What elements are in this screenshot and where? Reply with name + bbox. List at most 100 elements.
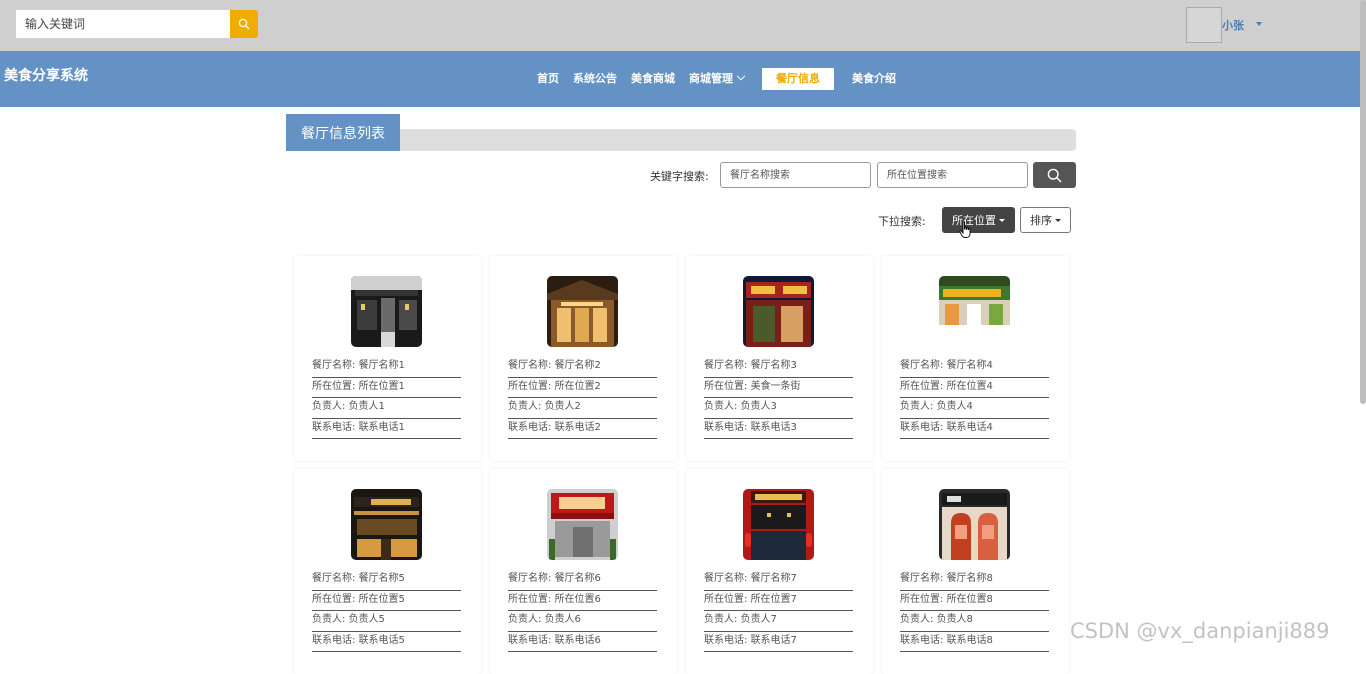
restaurant-manager-field: 负责人: 负责人4 — [900, 398, 1049, 419]
field-label: 联系电话: — [312, 421, 356, 433]
restaurant-card[interactable]: 餐厅名称: 餐厅名称8 所在位置: 所在位置8 负责人: 负责人8 联系电话: … — [882, 469, 1069, 674]
field-value: 负责人3 — [740, 401, 777, 412]
restaurant-card[interactable]: 餐厅名称: 餐厅名称7 所在位置: 所在位置7 负责人: 负责人7 联系电话: … — [686, 469, 873, 674]
location-search-input[interactable] — [877, 162, 1028, 188]
header-search-button[interactable] — [230, 10, 258, 38]
restaurant-phone-field: 联系电话: 联系电话1 — [312, 419, 461, 439]
field-label: 餐厅名称: — [704, 360, 748, 371]
restaurant-image[interactable] — [351, 489, 422, 560]
field-value: 联系电话6 — [554, 634, 601, 646]
nav-item-food-intro[interactable]: 美食介绍 — [845, 68, 903, 90]
restaurant-phone-field: 联系电话: 联系电话4 — [900, 419, 1049, 439]
restaurant-card[interactable]: 餐厅名称: 餐厅名称1 所在位置: 所在位置1 负责人: 负责人1 联系电话: … — [294, 256, 481, 461]
restaurant-location-field: 所在位置: 所在位置8 — [900, 591, 1049, 611]
restaurant-card[interactable]: 餐厅名称: 餐厅名称2 所在位置: 所在位置2 负责人: 负责人2 联系电话: … — [490, 256, 677, 461]
field-value: 联系电话5 — [358, 634, 405, 646]
chevron-down-icon — [736, 71, 746, 81]
field-label: 负责人: — [508, 401, 542, 412]
field-label: 所在位置: — [508, 380, 552, 392]
restaurant-location-field: 所在位置: 所在位置2 — [508, 378, 657, 398]
restaurant-phone-field: 联系电话: 联系电话6 — [508, 632, 657, 652]
restaurant-card[interactable]: 餐厅名称: 餐厅名称5 所在位置: 所在位置5 负责人: 负责人5 联系电话: … — [294, 469, 481, 674]
field-label: 联系电话: — [508, 421, 552, 433]
keyword-search-label: 关键字搜索: — [650, 170, 709, 183]
restaurant-image[interactable] — [743, 276, 814, 347]
field-label: 餐厅名称: — [508, 360, 552, 371]
field-label: 餐厅名称: — [312, 360, 356, 371]
field-label: 负责人: — [704, 401, 738, 412]
nav-item-label: 餐厅信息 — [776, 72, 820, 85]
caret-down-icon — [1055, 218, 1061, 222]
field-label: 负责人: — [312, 614, 346, 625]
restaurant-card[interactable]: 餐厅名称: 餐厅名称3 所在位置: 美食一条街 负责人: 负责人3 联系电话: … — [686, 256, 873, 461]
restaurant-card[interactable]: 餐厅名称: 餐厅名称6 所在位置: 所在位置6 负责人: 负责人6 联系电话: … — [490, 469, 677, 674]
field-value: 联系电话8 — [946, 634, 993, 646]
nav-item-label: 首页 — [537, 72, 559, 85]
field-value: 负责人8 — [936, 614, 973, 625]
field-label: 餐厅名称: — [312, 573, 356, 584]
field-value: 所在位置7 — [750, 593, 797, 605]
page-title: 餐厅信息列表 — [286, 114, 400, 151]
restaurant-name-search-input[interactable] — [720, 162, 871, 188]
restaurant-image[interactable] — [547, 276, 618, 347]
restaurant-details: 餐厅名称: 餐厅名称6 所在位置: 所在位置6 负责人: 负责人6 联系电话: … — [508, 570, 657, 652]
field-value: 负责人1 — [348, 401, 385, 412]
caret-down-icon[interactable] — [1256, 22, 1262, 26]
restaurant-details: 餐厅名称: 餐厅名称8 所在位置: 所在位置8 负责人: 负责人8 联系电话: … — [900, 570, 1049, 652]
caret-down-icon — [999, 218, 1005, 222]
restaurant-phone-field: 联系电话: 联系电话3 — [704, 419, 853, 439]
location-dropdown[interactable]: 所在位置 — [942, 207, 1015, 233]
field-value: 所在位置8 — [946, 593, 993, 605]
nav-item-mall-management[interactable]: 商城管理 — [682, 68, 751, 90]
sort-dropdown[interactable]: 排序 — [1020, 207, 1071, 233]
field-label: 餐厅名称: — [900, 360, 944, 371]
field-value: 所在位置1 — [358, 380, 405, 392]
nav-item-restaurant-info[interactable]: 餐厅信息 — [762, 68, 834, 90]
field-value: 所在位置2 — [554, 380, 601, 392]
main-navbar: 美食分享系统 首页 系统公告 美食商城 商城管理 餐厅信息 美食介绍 — [0, 51, 1366, 107]
nav-menu: 首页 系统公告 美食商城 商城管理 餐厅信息 美食介绍 — [530, 68, 903, 90]
field-label: 所在位置: — [312, 380, 356, 392]
avatar[interactable] — [1186, 7, 1222, 43]
field-label: 负责人: — [704, 614, 738, 625]
restaurant-image[interactable] — [547, 489, 618, 560]
restaurant-card[interactable]: 餐厅名称: 餐厅名称4 所在位置: 所在位置4 负责人: 负责人4 联系电话: … — [882, 256, 1069, 461]
restaurant-image[interactable] — [939, 276, 1010, 347]
header-search-input[interactable] — [16, 10, 230, 38]
restaurant-manager-field: 负责人: 负责人5 — [312, 611, 461, 632]
restaurant-name-field: 餐厅名称: 餐厅名称3 — [704, 357, 853, 378]
restaurant-name-field: 餐厅名称: 餐厅名称8 — [900, 570, 1049, 591]
field-label: 负责人: — [508, 614, 542, 625]
restaurant-location-field: 所在位置: 美食一条街 — [704, 378, 853, 398]
restaurant-details: 餐厅名称: 餐厅名称2 所在位置: 所在位置2 负责人: 负责人2 联系电话: … — [508, 357, 657, 439]
restaurant-image[interactable] — [743, 489, 814, 560]
search-button[interactable] — [1033, 162, 1076, 188]
field-value: 所在位置6 — [554, 593, 601, 605]
field-label: 负责人: — [900, 614, 934, 625]
field-value: 所在位置4 — [946, 380, 993, 392]
scrollbar[interactable] — [1360, 0, 1366, 404]
field-label: 所在位置: — [900, 593, 944, 605]
restaurant-image[interactable] — [351, 276, 422, 347]
field-value: 联系电话4 — [946, 421, 993, 433]
field-value: 联系电话2 — [554, 421, 601, 433]
top-bar: 小张 — [0, 0, 1366, 51]
restaurant-manager-field: 负责人: 负责人6 — [508, 611, 657, 632]
field-value: 餐厅名称5 — [358, 573, 405, 584]
list-header-bar — [286, 129, 1076, 151]
restaurant-phone-field: 联系电话: 联系电话2 — [508, 419, 657, 439]
username-menu[interactable]: 小张 — [1222, 17, 1244, 33]
restaurant-image[interactable] — [939, 489, 1010, 560]
field-value: 餐厅名称2 — [554, 360, 601, 371]
nav-item-food-mall[interactable]: 美食商城 — [624, 68, 682, 90]
field-label: 餐厅名称: — [704, 573, 748, 584]
restaurant-manager-field: 负责人: 负责人3 — [704, 398, 853, 419]
field-value: 餐厅名称3 — [750, 360, 797, 371]
nav-item-home[interactable]: 首页 — [530, 68, 566, 90]
field-value: 负责人6 — [544, 614, 581, 625]
restaurant-details: 餐厅名称: 餐厅名称1 所在位置: 所在位置1 负责人: 负责人1 联系电话: … — [312, 357, 461, 439]
restaurant-location-field: 所在位置: 所在位置7 — [704, 591, 853, 611]
field-label: 所在位置: — [900, 380, 944, 392]
site-title: 美食分享系统 — [4, 68, 88, 84]
nav-item-announcements[interactable]: 系统公告 — [566, 68, 624, 90]
